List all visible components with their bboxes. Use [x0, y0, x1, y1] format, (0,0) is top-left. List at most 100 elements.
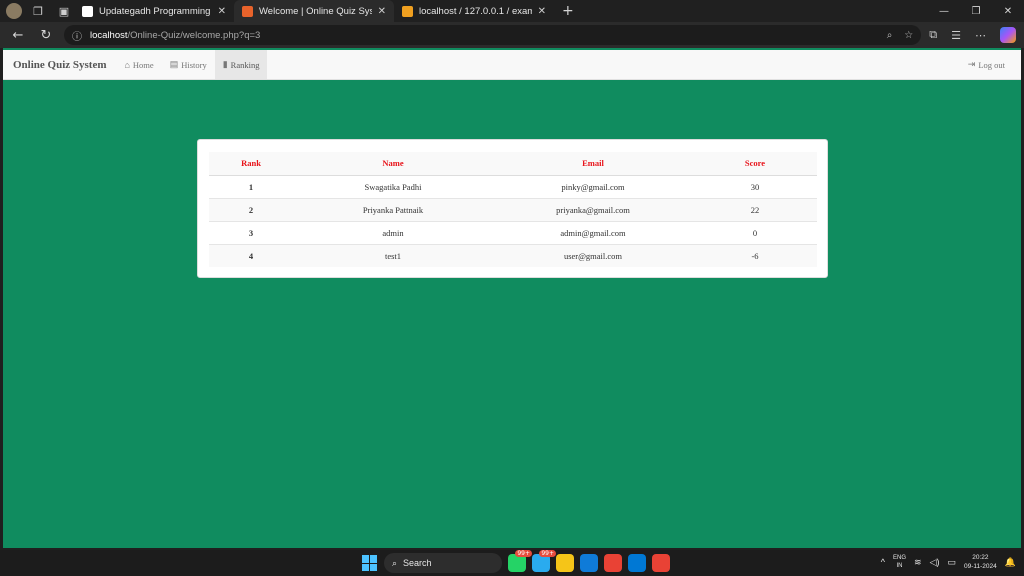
notification-badge: 99+	[515, 550, 532, 557]
nav-ranking[interactable]: ▮ Ranking	[214, 50, 268, 79]
edge-icon[interactable]	[580, 554, 598, 572]
browser-tab-3[interactable]: localhost / 127.0.0.1 / exam / use ✕	[394, 0, 554, 22]
table-row: 2 Priyanka Pattnaik priyanka@gmail.com 2…	[209, 197, 817, 221]
volume-icon[interactable]: ◁)	[930, 557, 940, 568]
ranking-panel: Rank Name Email Score 1 Swagatika Padhi …	[197, 139, 828, 278]
history-icon: ▤	[169, 59, 179, 69]
system-tray: ^ ENG IN ≋ ◁) ▭ 20:22 09-11-2024 🔔	[881, 553, 1016, 571]
logout-label: Log out	[978, 59, 1005, 70]
ranking-table: Rank Name Email Score 1 Swagatika Padhi …	[209, 152, 817, 267]
language-code: ENG	[893, 555, 907, 561]
chrome-profile-icon[interactable]	[652, 554, 670, 572]
table-header-row: Rank Name Email Score	[209, 152, 817, 176]
tab-favicon-icon	[82, 5, 93, 17]
refresh-icon[interactable]: ↻	[36, 28, 56, 43]
logout-icon: ⇥	[967, 59, 976, 69]
nav-history-label: History	[181, 59, 207, 70]
tab-actions-icon[interactable]: ▣	[54, 2, 74, 20]
file-explorer-icon[interactable]	[556, 554, 574, 572]
wifi-icon[interactable]: ≋	[914, 557, 922, 568]
page-viewport: Online Quiz System ⌂ Home ▤ History ▮ Ra…	[3, 48, 1021, 548]
battery-icon[interactable]: ▭	[947, 557, 956, 568]
search-icon: ⌕	[392, 557, 398, 568]
email-cell: user@gmail.com	[493, 243, 693, 267]
ranking-icon: ▮	[222, 59, 228, 69]
url-host: localhost	[90, 29, 128, 41]
language-indicator[interactable]: ENG IN	[893, 554, 906, 570]
favorites-icon[interactable]: ☰	[951, 29, 961, 42]
profile-avatar[interactable]	[6, 3, 22, 19]
close-tab-icon[interactable]: ✕	[218, 6, 226, 17]
score-cell: 0	[693, 220, 817, 244]
url-input[interactable]: ⓘ localhost/Online-Quiz/welcome.php?q=3 …	[64, 25, 922, 45]
site-info-icon[interactable]: ⓘ	[72, 28, 82, 43]
new-tab-button[interactable]: +	[554, 3, 582, 19]
table-row: 4 test1 user@gmail.com -6	[209, 243, 817, 267]
copilot-icon[interactable]	[1000, 27, 1016, 43]
restore-icon[interactable]: ❐	[960, 6, 992, 17]
name-cell: Swagatika Padhi	[293, 174, 493, 198]
chevron-up-icon[interactable]: ^	[881, 557, 885, 567]
workspaces-icon[interactable]: ❐	[28, 2, 48, 20]
email-cell: priyanka@gmail.com	[493, 197, 693, 221]
clock[interactable]: 20:22 09-11-2024	[964, 553, 997, 571]
tab-title: localhost / 127.0.0.1 / exam / use	[419, 5, 532, 17]
nav-home-label: Home	[132, 59, 154, 70]
browser-tab-2[interactable]: Welcome | Online Quiz System ✕	[234, 0, 394, 22]
extensions-icon[interactable]: ⧉	[929, 28, 937, 42]
nav-ranking-label: Ranking	[230, 59, 260, 70]
notification-bell-icon[interactable]: 🔔	[1005, 557, 1016, 568]
minimize-icon[interactable]: —	[928, 6, 960, 17]
score-cell: -6	[693, 243, 817, 267]
site-brand[interactable]: Online Quiz System	[3, 50, 117, 79]
favorite-star-icon[interactable]: ☆	[904, 30, 913, 41]
taskbar-search[interactable]: ⌕ Search	[384, 553, 502, 573]
zoom-icon[interactable]: ⌕	[887, 30, 893, 41]
browser-tab-1[interactable]: Updategadh Programming - Upd ✕	[74, 0, 234, 22]
column-header-name: Name	[293, 152, 493, 176]
chrome-icon[interactable]	[604, 554, 622, 572]
url-path: /Online-Quiz/welcome.php?q=3	[127, 29, 261, 41]
name-cell: test1	[293, 243, 493, 267]
start-button[interactable]	[362, 555, 378, 571]
address-bar-row: ← ↻ ⓘ localhost/Online-Quiz/welcome.php?…	[0, 22, 1024, 48]
name-cell: admin	[293, 220, 493, 244]
nav-home[interactable]: ⌂ Home	[117, 50, 162, 79]
close-tab-icon[interactable]: ✕	[538, 6, 546, 17]
column-header-score: Score	[693, 152, 817, 176]
score-cell: 22	[693, 197, 817, 221]
notification-badge: 99+	[539, 550, 556, 557]
tab-title: Welcome | Online Quiz System	[259, 5, 372, 17]
clock-time: 20:22	[972, 554, 989, 561]
telegram-icon[interactable]: 99+	[532, 550, 556, 572]
os-taskbar: ⌕ Search 99+ 99+ ^ ENG IN ≋ ◁) ▭ 20:22 0…	[0, 550, 1024, 576]
browser-tab-strip: ❐ ▣ Updategadh Programming - Upd ✕ Welco…	[0, 0, 1024, 22]
email-cell: pinky@gmail.com	[493, 174, 693, 198]
site-navbar: Online Quiz System ⌂ Home ▤ History ▮ Ra…	[3, 50, 1021, 80]
close-window-icon[interactable]: ✕	[992, 6, 1024, 17]
tab-favicon-icon	[402, 5, 413, 17]
close-tab-icon[interactable]: ✕	[378, 6, 386, 17]
vscode-icon[interactable]	[628, 554, 646, 572]
rank-cell: 4	[209, 243, 293, 267]
column-header-rank: Rank	[209, 152, 293, 176]
table-row: 1 Swagatika Padhi pinky@gmail.com 30	[209, 174, 817, 198]
tab-favicon-icon	[242, 5, 253, 17]
column-header-email: Email	[493, 152, 693, 176]
taskbar-search-label: Search	[403, 558, 432, 568]
clock-date: 09-11-2024	[964, 563, 997, 570]
table-row: 3 admin admin@gmail.com 0	[209, 220, 817, 244]
region-code: IN	[896, 563, 903, 569]
name-cell: Priyanka Pattnaik	[293, 197, 493, 221]
email-cell: admin@gmail.com	[493, 220, 693, 244]
rank-cell: 2	[209, 197, 293, 221]
tab-title: Updategadh Programming - Upd	[99, 5, 212, 17]
more-options-icon[interactable]: ⋯	[975, 29, 986, 42]
home-icon: ⌂	[124, 59, 130, 70]
rank-cell: 1	[209, 174, 293, 198]
whatsapp-icon[interactable]: 99+	[508, 550, 532, 572]
back-icon[interactable]: ←	[8, 28, 28, 43]
logout-link[interactable]: ⇥ Log out	[960, 50, 1021, 79]
nav-history[interactable]: ▤ History	[162, 50, 215, 79]
rank-cell: 3	[209, 220, 293, 244]
